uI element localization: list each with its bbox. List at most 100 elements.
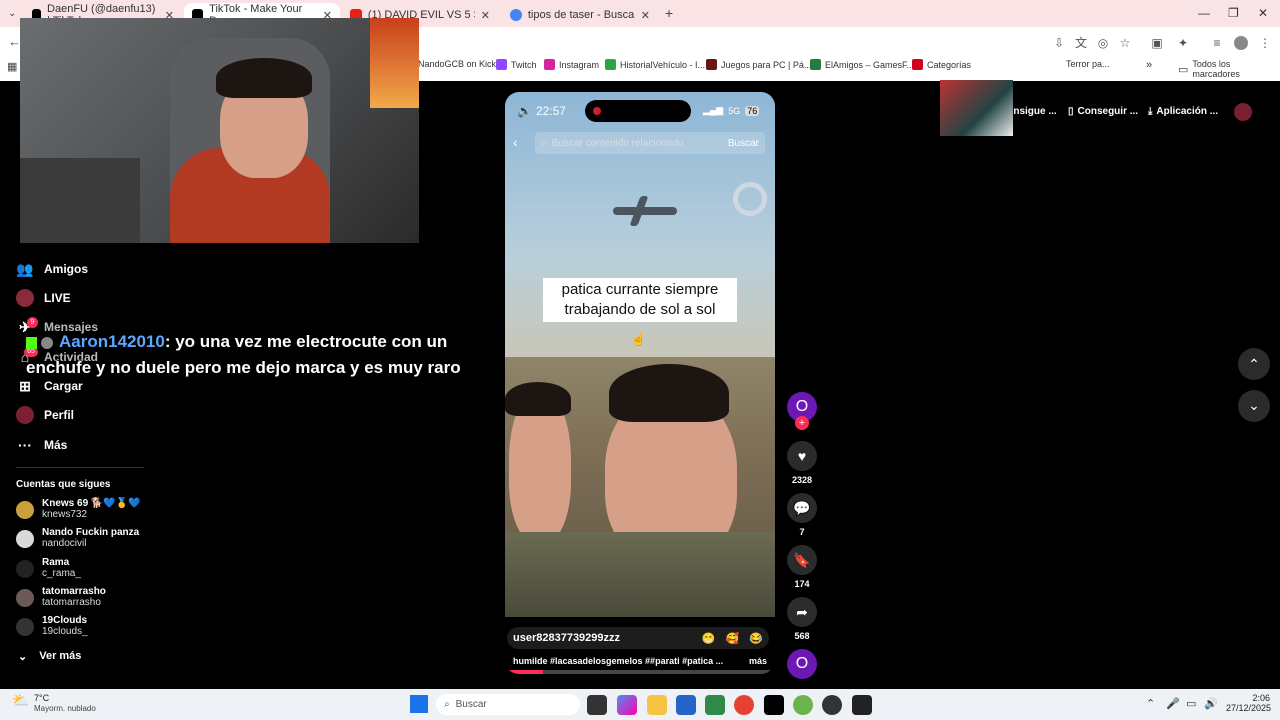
sidebar-item-live[interactable]: LIVE [16, 289, 71, 307]
follow-plus-icon[interactable]: + [795, 416, 809, 430]
video-author[interactable]: user82837739299zzz [513, 632, 620, 644]
tiktok-taskbar-icon[interactable] [764, 695, 784, 715]
maximize-icon[interactable]: ❐ [1228, 6, 1239, 20]
bookmark-historial[interactable]: HistorialVehículo - I... [605, 59, 705, 70]
menu-dots-icon[interactable]: ⋮ [1258, 36, 1272, 50]
reaction-laugh-icon[interactable]: 😂 [749, 632, 763, 645]
eye-off-icon[interactable]: ◎ [1096, 36, 1110, 50]
obs-icon[interactable] [822, 695, 842, 715]
puzzle-icon[interactable]: ✦ [1176, 36, 1190, 50]
speaker-icon[interactable]: 🔊 [1204, 697, 1218, 710]
taskbar-search[interactable]: ⌕ Buscar [436, 694, 580, 715]
comment-button[interactable]: 💬 7 [786, 493, 818, 537]
sidebar-item-amigos[interactable]: 👥 Amigos [16, 260, 88, 278]
more-link[interactable]: más [749, 656, 767, 666]
following-item[interactable]: Rama c_rama_ [16, 557, 81, 579]
comment-bar[interactable]: user82837739299zzz 😁 🥰 😂 [507, 627, 769, 649]
following-item[interactable]: 19Clouds 19clouds_ [16, 615, 88, 637]
like-button[interactable]: ♥ 2328 [786, 441, 818, 485]
user-avatar[interactable] [1234, 103, 1252, 121]
all-bookmarks-folder[interactable]: ▭ Todos los marcadores [1178, 59, 1280, 79]
signal-icon: ▂▄▆ [703, 105, 724, 115]
sidebar-divider [16, 467, 144, 468]
progress-track[interactable] [505, 670, 775, 674]
chrome-active-icon[interactable] [793, 695, 813, 715]
tray-chevron-icon[interactable]: ⌃ [1146, 697, 1155, 710]
app-download-button[interactable]: ⤓ Aplicación ... [1148, 106, 1218, 117]
bookmark-icon: 🔖 [787, 545, 817, 575]
reaction-grin-icon[interactable]: 😁 [702, 632, 716, 645]
media-controls-icon[interactable]: ≡ [1210, 36, 1224, 50]
google-icon [510, 9, 522, 21]
weather-icon[interactable]: ⛅ [12, 692, 29, 709]
video-player[interactable]: 🔈 22:57 ▂▄▆ 5G 76 ‹ ⌕ Buscar contenido rela… [505, 92, 775, 674]
minimize-icon[interactable]: — [1198, 6, 1210, 20]
window-close-icon[interactable]: ✕ [1258, 6, 1268, 20]
bookmarks-overflow[interactable]: » [1146, 59, 1152, 71]
next-video-button[interactable]: ⌄ [1238, 390, 1270, 422]
network-icon[interactable]: ▭ [1186, 697, 1196, 710]
apps-grid-icon[interactable]: ▦ [7, 60, 17, 73]
windows-start-icon[interactable] [410, 695, 428, 713]
chat-username: Aaron142010 [59, 332, 165, 351]
profile-avatar-icon[interactable] [1234, 36, 1248, 50]
see-more-button[interactable]: ⌄ Ver más [18, 650, 81, 663]
phone-search-input[interactable]: ⌕ Buscar contenido relacionado Buscar [535, 132, 765, 154]
taskbar-clock[interactable]: 2:06 27/12/2025 [1226, 693, 1271, 713]
phone-back-icon[interactable]: ‹ [513, 134, 518, 150]
install-icon[interactable]: ⇩ [1052, 36, 1066, 50]
avatar [16, 618, 34, 636]
following-item[interactable]: Nando Fuckin panza nandocivil [16, 527, 139, 549]
previous-video-button[interactable]: ⌃ [1238, 348, 1270, 380]
bookmark-instagram[interactable]: Instagram [544, 59, 599, 70]
store-icon[interactable] [676, 695, 696, 715]
bookmark-star-icon[interactable]: ☆ [1118, 36, 1132, 50]
save-button[interactable]: 🔖 174 [786, 545, 818, 589]
tab-google-search[interactable]: tipos de taser - Buscar con Goo ✕ [502, 3, 658, 27]
bookmark-terror[interactable]: Terror pa... [1066, 59, 1110, 69]
avatar [16, 589, 34, 607]
person-right-hair [609, 364, 729, 422]
author-avatar[interactable]: O + [786, 392, 818, 430]
sidebar-item-perfil[interactable]: Perfil [16, 406, 74, 424]
close-icon[interactable]: ✕ [481, 9, 490, 22]
get-coins-button[interactable]: ▯ Conseguir ... [1068, 106, 1138, 117]
avatar [16, 501, 34, 519]
phone-search-button[interactable]: Buscar [728, 138, 759, 149]
extension-icon[interactable]: ▣ [1150, 36, 1164, 50]
share-button[interactable]: ➦ 568 [786, 597, 818, 641]
following-title: Cuentas que sigues [16, 479, 111, 490]
reaction-love-icon[interactable]: 🥰 [726, 632, 740, 645]
bookmark-kick[interactable]: NandoGCB on Kick [418, 59, 496, 69]
close-icon[interactable]: ✕ [641, 9, 650, 22]
new-tab-button[interactable]: + [665, 5, 673, 21]
bookmark-categorias[interactable]: Categorías [912, 59, 971, 70]
site-icon [706, 59, 717, 70]
folder-icon: ▭ [1178, 63, 1189, 76]
capcut-icon[interactable] [852, 695, 872, 715]
file-explorer-icon[interactable] [647, 695, 667, 715]
bookmark-juegos[interactable]: Juegos para PC | Pá... [706, 59, 811, 70]
bookmark-twitch[interactable]: Twitch [496, 59, 537, 70]
following-item[interactable]: tatomarrasho tatomarrasho [16, 586, 106, 608]
airplane-icon [613, 207, 677, 215]
bookmark-elamigos[interactable]: ElAmigos – GamesF... [810, 59, 914, 70]
task-view-icon[interactable] [587, 695, 607, 715]
kick-badge-icon [26, 336, 37, 349]
video-description: humilde #lacasadelosgemelos ##parati #pa… [513, 656, 767, 666]
sound-avatar[interactable]: O [786, 649, 818, 679]
tab-list-chevron-icon[interactable]: ⌄ [8, 8, 16, 19]
sidebar-item-mas[interactable]: ··· Más [16, 436, 67, 454]
heart-icon: ♥ [787, 441, 817, 471]
weather-temperature: 7°C [34, 693, 50, 703]
translate-icon[interactable]: 文 [1074, 36, 1088, 50]
messages-badge: 9 [27, 317, 38, 328]
twitch-icon [496, 59, 507, 70]
weather-description: Mayorm. nublado [34, 704, 96, 713]
game-app-icon[interactable] [705, 695, 725, 715]
person-left-hair [505, 382, 571, 416]
chrome-icon[interactable] [734, 695, 754, 715]
copilot-icon[interactable] [617, 695, 637, 715]
following-item[interactable]: Knews 69 🐕💙🥇💙 knews732 [16, 498, 141, 520]
microphone-icon[interactable]: 🎤 [1166, 697, 1180, 710]
